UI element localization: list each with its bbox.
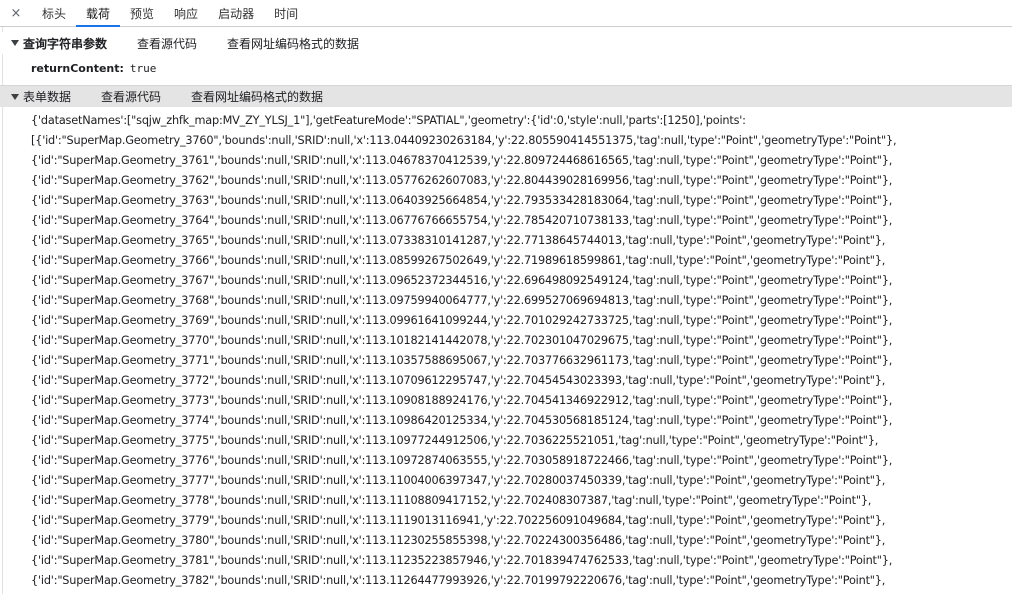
tab-headers[interactable]: 标头 (32, 0, 76, 26)
payload-line: {'id':"SuperMap.Geometry_3769",'bounds':… (31, 314, 893, 327)
form-data-section-header[interactable]: 表单数据 查看源代码 查看网址编码格式的数据 (0, 85, 1012, 107)
payload-line: {'id':"SuperMap.Geometry_3763",'bounds':… (31, 194, 893, 207)
query-view-source-button[interactable]: 查看源代码 (137, 35, 197, 52)
param-value: true (129, 61, 157, 75)
payload-line: {'id':"SuperMap.Geometry_3771",'bounds':… (31, 354, 893, 367)
tab-label: 载荷 (86, 6, 111, 21)
payload-line: {'id':"SuperMap.Geometry_3778",'bounds':… (31, 494, 872, 507)
form-data-payload: {'datasetNames':["sqjw_zhfk_map:MV_ZY_YL… (31, 111, 1009, 594)
payload-line: {'id':"SuperMap.Geometry_3779",'bounds':… (31, 514, 886, 527)
payload-line: {'datasetNames':["sqjw_zhfk_map:MV_ZY_YL… (31, 114, 746, 127)
query-string-title: 查询字符串参数 (23, 36, 108, 51)
tab-timing[interactable]: 时间 (264, 0, 308, 26)
form-view-source-button[interactable]: 查看源代码 (101, 88, 161, 105)
tab-payload[interactable]: 载荷 (76, 0, 121, 27)
panel-left-border (2, 27, 3, 594)
payload-line: {'id':"SuperMap.Geometry_3767",'bounds':… (31, 274, 893, 287)
form-view-url-encoded-button[interactable]: 查看网址编码格式的数据 (191, 88, 323, 105)
payload-line: {'id':"SuperMap.Geometry_3764",'bounds':… (31, 214, 893, 227)
payload-line: {'id':"SuperMap.Geometry_3780",'bounds':… (31, 534, 886, 547)
payload-line: {'id':"SuperMap.Geometry_3774",'bounds':… (31, 414, 893, 427)
payload-line: {'id':"SuperMap.Geometry_3766",'bounds':… (31, 254, 886, 267)
close-icon: × (10, 5, 22, 21)
tab-label: 时间 (274, 6, 299, 21)
devtools-tabbar: × 标头 载荷 预览 响应 启动器 时间 (0, 0, 1012, 27)
tab-label: 响应 (174, 6, 199, 21)
tab-initiator[interactable]: 启动器 (208, 0, 264, 26)
payload-line: {'id':"SuperMap.Geometry_3781",'bounds':… (31, 554, 893, 567)
payload-line: {'id':"SuperMap.Geometry_3773",'bounds':… (31, 394, 893, 407)
payload-line: {'id':"SuperMap.Geometry_3768",'bounds':… (31, 294, 893, 307)
payload-line: {'id':"SuperMap.Geometry_3770",'bounds':… (31, 334, 893, 347)
tab-response[interactable]: 响应 (164, 0, 208, 26)
query-view-url-encoded-button[interactable]: 查看网址编码格式的数据 (227, 35, 359, 52)
param-name: returnContent: (31, 61, 124, 75)
payload-line: [{'id':"SuperMap.Geometry_3760",'bounds'… (31, 134, 897, 147)
payload-line: {'id':"SuperMap.Geometry_3782",'bounds':… (31, 574, 886, 587)
form-data-title: 表单数据 (23, 90, 72, 104)
close-panel-button[interactable]: × (0, 0, 32, 26)
tab-label: 启动器 (218, 6, 255, 21)
expand-triangle-icon[interactable] (11, 40, 19, 46)
query-param-row: returnContent: true (31, 58, 156, 78)
payload-line: {'id':"SuperMap.Geometry_3772",'bounds':… (31, 374, 886, 387)
payload-line: {'id':"SuperMap.Geometry_3777",'bounds':… (31, 474, 886, 487)
payload-line: {'id':"SuperMap.Geometry_3765",'bounds':… (31, 234, 886, 247)
payload-line: {'id':"SuperMap.Geometry_3775",'bounds':… (31, 434, 879, 447)
payload-line: {'id':"SuperMap.Geometry_3761",'bounds':… (31, 154, 893, 167)
payload-line: {'id':"SuperMap.Geometry_3776",'bounds':… (31, 454, 893, 467)
query-string-section-header[interactable]: 查询字符串参数 查看源代码 查看网址编码格式的数据 (0, 32, 1012, 54)
tab-label: 标头 (42, 6, 67, 21)
tab-label: 预览 (130, 6, 155, 21)
tab-preview[interactable]: 预览 (120, 0, 164, 26)
payload-line: {'id':"SuperMap.Geometry_3762",'bounds':… (31, 174, 893, 187)
expand-triangle-icon[interactable] (11, 93, 19, 100)
